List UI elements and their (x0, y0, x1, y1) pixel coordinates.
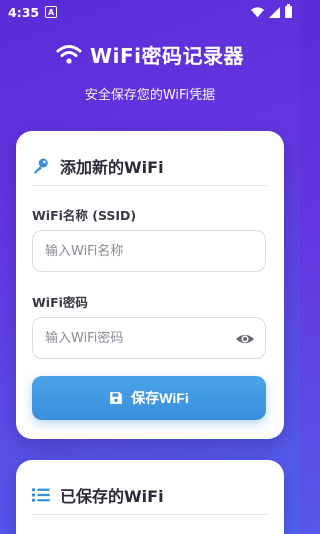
app-title: WiFi密码记录器 (90, 43, 244, 68)
password-field[interactable] (32, 317, 266, 359)
saved-card-header: 已保存的WiFi (16, 460, 284, 512)
saved-card-title: 已保存的WiFi (60, 487, 164, 506)
add-wifi-card: 添加新的WiFi WiFi名称 (SSID) WiFi密码 保存WiFi (16, 131, 284, 439)
ssid-input[interactable] (45, 243, 253, 259)
app-title-row: WiFi密码记录器 (0, 34, 300, 74)
save-wifi-button[interactable]: 保存WiFi (32, 376, 266, 420)
ssid-label: WiFi名称 (SSID) (32, 208, 137, 223)
wifi-icon (56, 45, 82, 64)
status-right (251, 4, 292, 18)
add-card-divider (32, 185, 268, 186)
saved-card-divider (32, 514, 268, 515)
password-label: WiFi密码 (32, 295, 88, 310)
cell-signal-icon (269, 6, 280, 18)
list-icon (32, 488, 50, 502)
notification-badge-icon: A (45, 6, 58, 18)
password-input[interactable] (45, 330, 253, 346)
app-header: WiFi密码记录器 安全保存您的WiFi凭据 (0, 34, 300, 103)
save-wifi-label: 保存WiFi (131, 390, 189, 406)
eye-icon[interactable] (235, 329, 255, 349)
floppy-disk-icon (110, 392, 123, 404)
battery-icon (285, 4, 292, 18)
status-time: 4:35 (8, 4, 40, 20)
wifi-signal-icon (251, 6, 264, 17)
status-bar: 4:35 A (0, 0, 300, 24)
ssid-field[interactable] (32, 230, 266, 272)
app-subtitle: 安全保存您的WiFi凭据 (84, 88, 216, 103)
add-card-title: 添加新的WiFi (60, 158, 164, 177)
status-left: 4:35 A (8, 4, 58, 20)
key-icon (34, 158, 48, 174)
add-card-header: 添加新的WiFi (16, 131, 284, 183)
saved-wifi-card: 已保存的WiFi (16, 460, 284, 534)
